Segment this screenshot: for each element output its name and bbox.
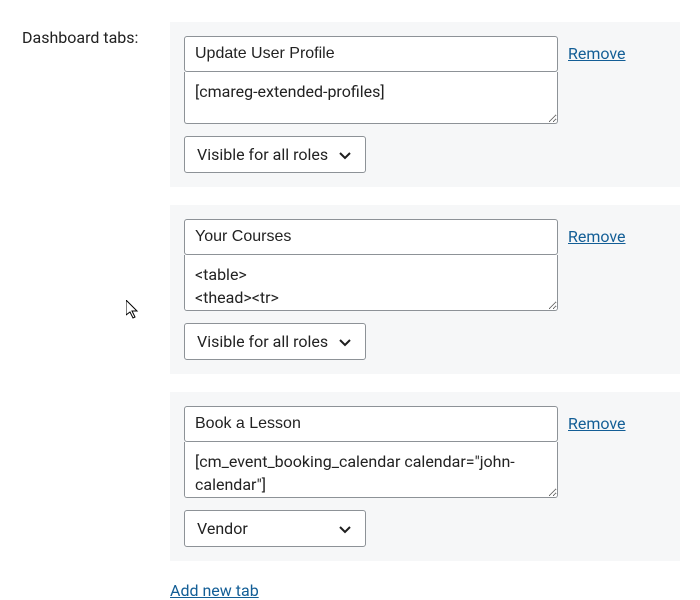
- tab-card: Remove Vendor: [170, 392, 680, 561]
- role-select[interactable]: Vendor: [184, 510, 366, 547]
- tab-content-textarea[interactable]: [184, 442, 558, 498]
- role-select[interactable]: Visible for all roles: [184, 136, 366, 173]
- chevron-down-icon: [337, 147, 353, 163]
- tab-card: Remove Visible for all roles: [170, 22, 680, 187]
- tab-content-textarea[interactable]: [184, 255, 558, 311]
- chevron-down-icon: [337, 334, 353, 350]
- remove-link[interactable]: Remove: [566, 406, 626, 433]
- role-select[interactable]: Visible for all roles: [184, 323, 366, 360]
- tab-content-textarea[interactable]: [184, 72, 558, 124]
- remove-link[interactable]: Remove: [566, 219, 626, 246]
- tab-title-input[interactable]: [184, 406, 558, 442]
- role-select-value: Vendor: [197, 519, 248, 538]
- role-select-value: Visible for all roles: [197, 145, 328, 164]
- role-select-value: Visible for all roles: [197, 332, 328, 351]
- tab-card: Remove Visible for all roles: [170, 205, 680, 374]
- remove-link[interactable]: Remove: [566, 36, 626, 63]
- field-label: Dashboard tabs:: [22, 22, 170, 600]
- add-new-tab-link[interactable]: Add new tab: [170, 581, 259, 600]
- tab-title-input[interactable]: [184, 36, 558, 72]
- tabs-column: Remove Visible for all roles Remove Visible…: [170, 22, 700, 600]
- chevron-down-icon: [337, 521, 353, 537]
- tab-title-input[interactable]: [184, 219, 558, 255]
